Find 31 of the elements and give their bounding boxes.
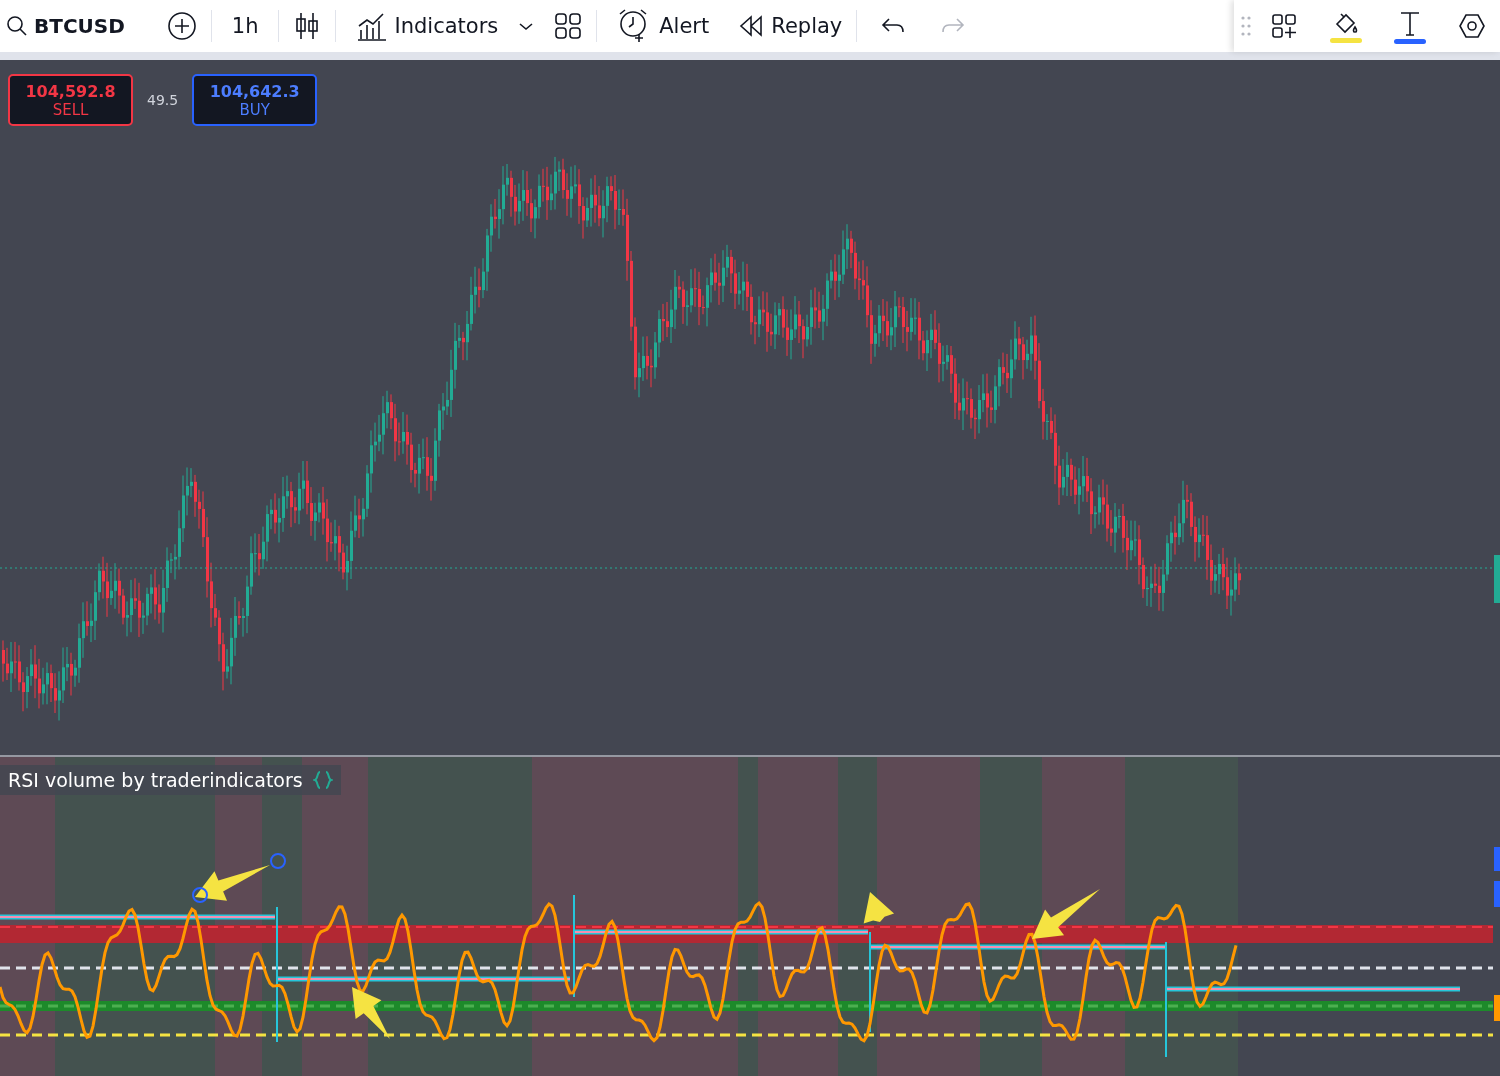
arrow-annotation [1032,889,1100,939]
plus-circle-icon [166,11,197,41]
add-widgets-icon [1270,12,1298,40]
symbol-search-button[interactable]: BTCUSD [0,4,133,48]
indicators-button[interactable]: Indicators [342,4,507,48]
drag-handle-icon[interactable] [1240,15,1252,37]
price-text: 104,592.8 [25,81,116,101]
bar-chart-icon [356,11,387,41]
caret-icon [518,21,535,31]
scale-marker [1494,995,1500,1021]
search-icon [6,15,28,37]
arrow-annotation [863,892,895,924]
order-label: SELL [52,100,89,119]
interval-button[interactable]: 1h [217,4,273,48]
sell-button[interactable]: 104,592.8 SELL [8,74,133,126]
arrow-annotation [352,987,390,1039]
anchor-handle[interactable] [192,887,208,903]
anchor-handle[interactable] [270,853,286,869]
spread-text: 49.5 [147,92,179,108]
scale-marker [1494,881,1500,907]
price-text: 104,642.3 [209,81,300,101]
order-label: BUY [239,100,270,119]
indicator-title: RSI volume by traderindicators [8,769,303,791]
settings-icon [1458,12,1486,40]
alert-button[interactable]: Alert [603,4,718,48]
code-icon[interactable] [312,770,333,790]
buy-button[interactable]: 104,642.3 BUY [192,74,318,126]
scale-marker [1494,847,1500,871]
rewind-icon [737,14,764,38]
grid-icon [554,12,583,40]
replay-button[interactable]: Replay [717,4,851,48]
